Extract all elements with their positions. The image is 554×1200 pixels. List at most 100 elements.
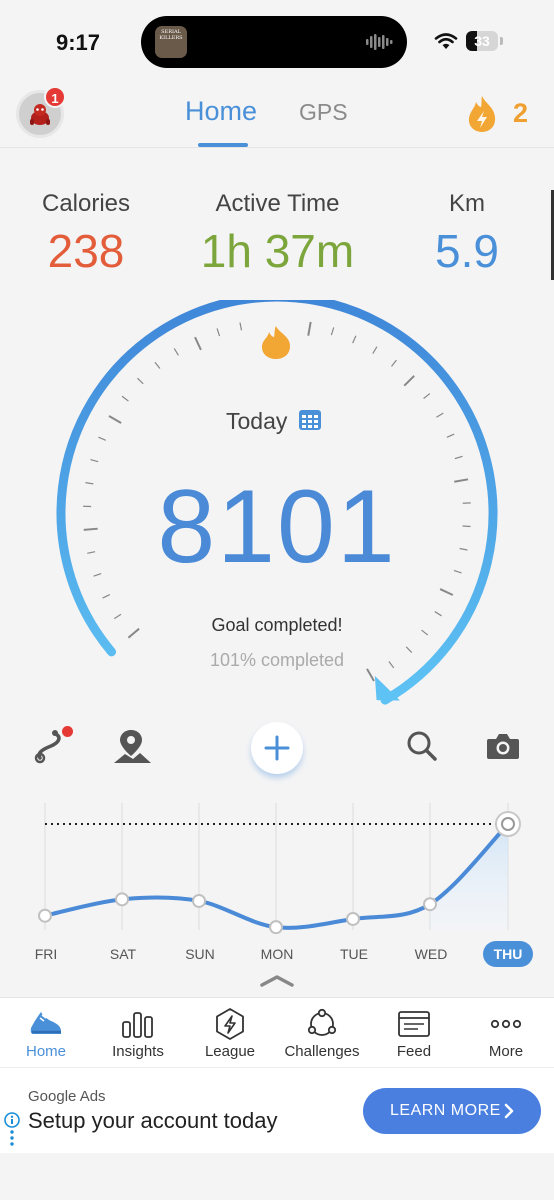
day-label-sat[interactable]: SAT <box>93 946 153 962</box>
battery-indicator: 33 <box>466 31 498 51</box>
chart-point-wed <box>423 897 437 912</box>
tab-gps[interactable]: GPS <box>299 99 348 126</box>
wifi-icon <box>434 33 458 49</box>
nav-league-label: League <box>204 1043 256 1060</box>
search-icon[interactable] <box>406 730 438 762</box>
ad-info-icon[interactable] <box>3 1112 21 1148</box>
stat-active-time-value: 1h 37m <box>200 225 355 277</box>
gauge-tick <box>239 322 243 331</box>
stat-distance-label: Km <box>449 190 485 217</box>
challenges-icon <box>307 1008 337 1036</box>
gauge-tick <box>372 346 378 354</box>
bar-chart-icon <box>122 1012 153 1038</box>
day-label-fri[interactable]: FRI <box>16 946 76 962</box>
nav-home[interactable]: Home <box>0 998 92 1068</box>
learn-more-label: LEARN MORE <box>390 1102 501 1119</box>
nav-more-label: More <box>488 1043 524 1060</box>
ad-headline: Setup your account today <box>28 1108 278 1133</box>
gauge-tick <box>154 361 161 369</box>
nav-league[interactable]: League <box>184 998 276 1068</box>
chart-point-thu <box>501 817 515 831</box>
stat-calories[interactable]: Calories 238 <box>26 190 146 278</box>
gauge-tick <box>436 412 444 418</box>
stat-calories-label: Calories <box>41 190 131 217</box>
header-divider <box>0 147 554 148</box>
weekly-steps-chart[interactable] <box>0 795 554 970</box>
feed-icon <box>398 1011 430 1037</box>
map-pin-icon[interactable] <box>113 728 153 764</box>
chart-point-tue <box>346 911 360 926</box>
learn-more-button[interactable]: LEARN MORE <box>363 1088 541 1134</box>
nav-more[interactable]: More <box>460 998 552 1068</box>
gauge-tick <box>137 377 144 385</box>
tab-home[interactable]: Home <box>185 96 257 127</box>
step-count: 8101 <box>157 469 397 585</box>
now-playing-artwork: SERIAL KILLERS <box>155 26 187 58</box>
add-activity-button[interactable] <box>251 722 303 774</box>
route-notification-dot <box>62 726 73 737</box>
nav-challenges[interactable]: Challenges <box>276 998 368 1068</box>
battery-tip <box>500 37 503 45</box>
nav-feed-label: Feed <box>396 1043 432 1060</box>
goal-percent: 101% completed <box>209 650 345 670</box>
shoe-icon <box>30 1012 61 1034</box>
status-bar: 9:17 SERIAL KILLERS 33 <box>0 0 554 80</box>
calendar-icon[interactable] <box>298 408 322 432</box>
chart-point-sun <box>192 893 206 908</box>
notification-badge: 1 <box>44 86 66 108</box>
day-label-thu-selected[interactable]: THU <box>483 941 533 967</box>
stat-calories-value: 238 <box>47 225 125 277</box>
gauge-tick <box>90 458 99 463</box>
gauge-tick <box>194 336 202 351</box>
nav-feed[interactable]: Feed <box>368 998 460 1068</box>
gauge-tick <box>391 359 397 367</box>
chevron-right-icon <box>504 1103 514 1119</box>
stat-active-time[interactable]: Active Time 1h 37m <box>190 190 365 278</box>
gauge-tick <box>307 321 312 336</box>
gauge-tick <box>446 433 455 438</box>
day-label-wed[interactable]: WED <box>401 946 461 962</box>
dynamic-island[interactable]: SERIAL KILLERS <box>141 16 407 68</box>
goal-status: Goal completed! <box>211 615 343 635</box>
gauge-tick <box>102 593 111 599</box>
stat-distance[interactable]: Km 5.9 <box>412 190 522 278</box>
gauge-tick <box>352 335 357 344</box>
more-icon <box>490 1019 522 1029</box>
nav-home-label: Home <box>25 1043 66 1060</box>
league-icon <box>216 1008 244 1040</box>
gauge-tick <box>108 415 122 424</box>
streak-count[interactable]: 2 <box>513 98 528 129</box>
audio-wave-icon <box>366 34 393 50</box>
gauge-tick <box>454 455 463 460</box>
gauge-tick <box>403 375 415 387</box>
gauge-tick <box>330 327 335 336</box>
gauge-goal-flame-icon <box>262 326 290 359</box>
bottom-navigation: Home Insights League Challenges Feed Mor… <box>0 997 554 1067</box>
gauge-tick <box>423 393 431 399</box>
camera-icon[interactable] <box>486 732 520 760</box>
gauge-tick <box>98 436 107 441</box>
gauge-tick <box>173 348 179 356</box>
stat-active-time-label: Active Time <box>215 190 340 217</box>
day-label-tue[interactable]: TUE <box>324 946 384 962</box>
day-label-mon[interactable]: MON <box>247 946 307 962</box>
gauge-tick <box>216 328 221 337</box>
chevron-up-icon[interactable] <box>259 974 295 988</box>
chart-point-mon <box>269 920 283 935</box>
status-time: 9:17 <box>56 30 101 55</box>
nav-challenges-label: Challenges <box>284 1043 360 1060</box>
stat-distance-value: 5.9 <box>435 225 499 277</box>
now-playing-art-text: SERIAL KILLERS <box>159 29 183 41</box>
ad-source: Google Ads <box>28 1088 106 1105</box>
ad-banner[interactable]: Google Ads Setup your account today LEAR… <box>0 1067 554 1153</box>
gauge-tick <box>439 588 454 596</box>
chart-point-sat <box>115 892 129 907</box>
day-label-sun[interactable]: SUN <box>170 946 230 962</box>
add-icon <box>264 735 290 761</box>
battery-level: 33 <box>474 33 490 49</box>
streak-flame-icon[interactable] <box>464 94 500 134</box>
gauge-tick <box>121 395 129 402</box>
gauge-title: Today <box>226 408 288 434</box>
nav-insights[interactable]: Insights <box>92 998 184 1068</box>
nav-insights-label: Insights <box>112 1043 164 1060</box>
